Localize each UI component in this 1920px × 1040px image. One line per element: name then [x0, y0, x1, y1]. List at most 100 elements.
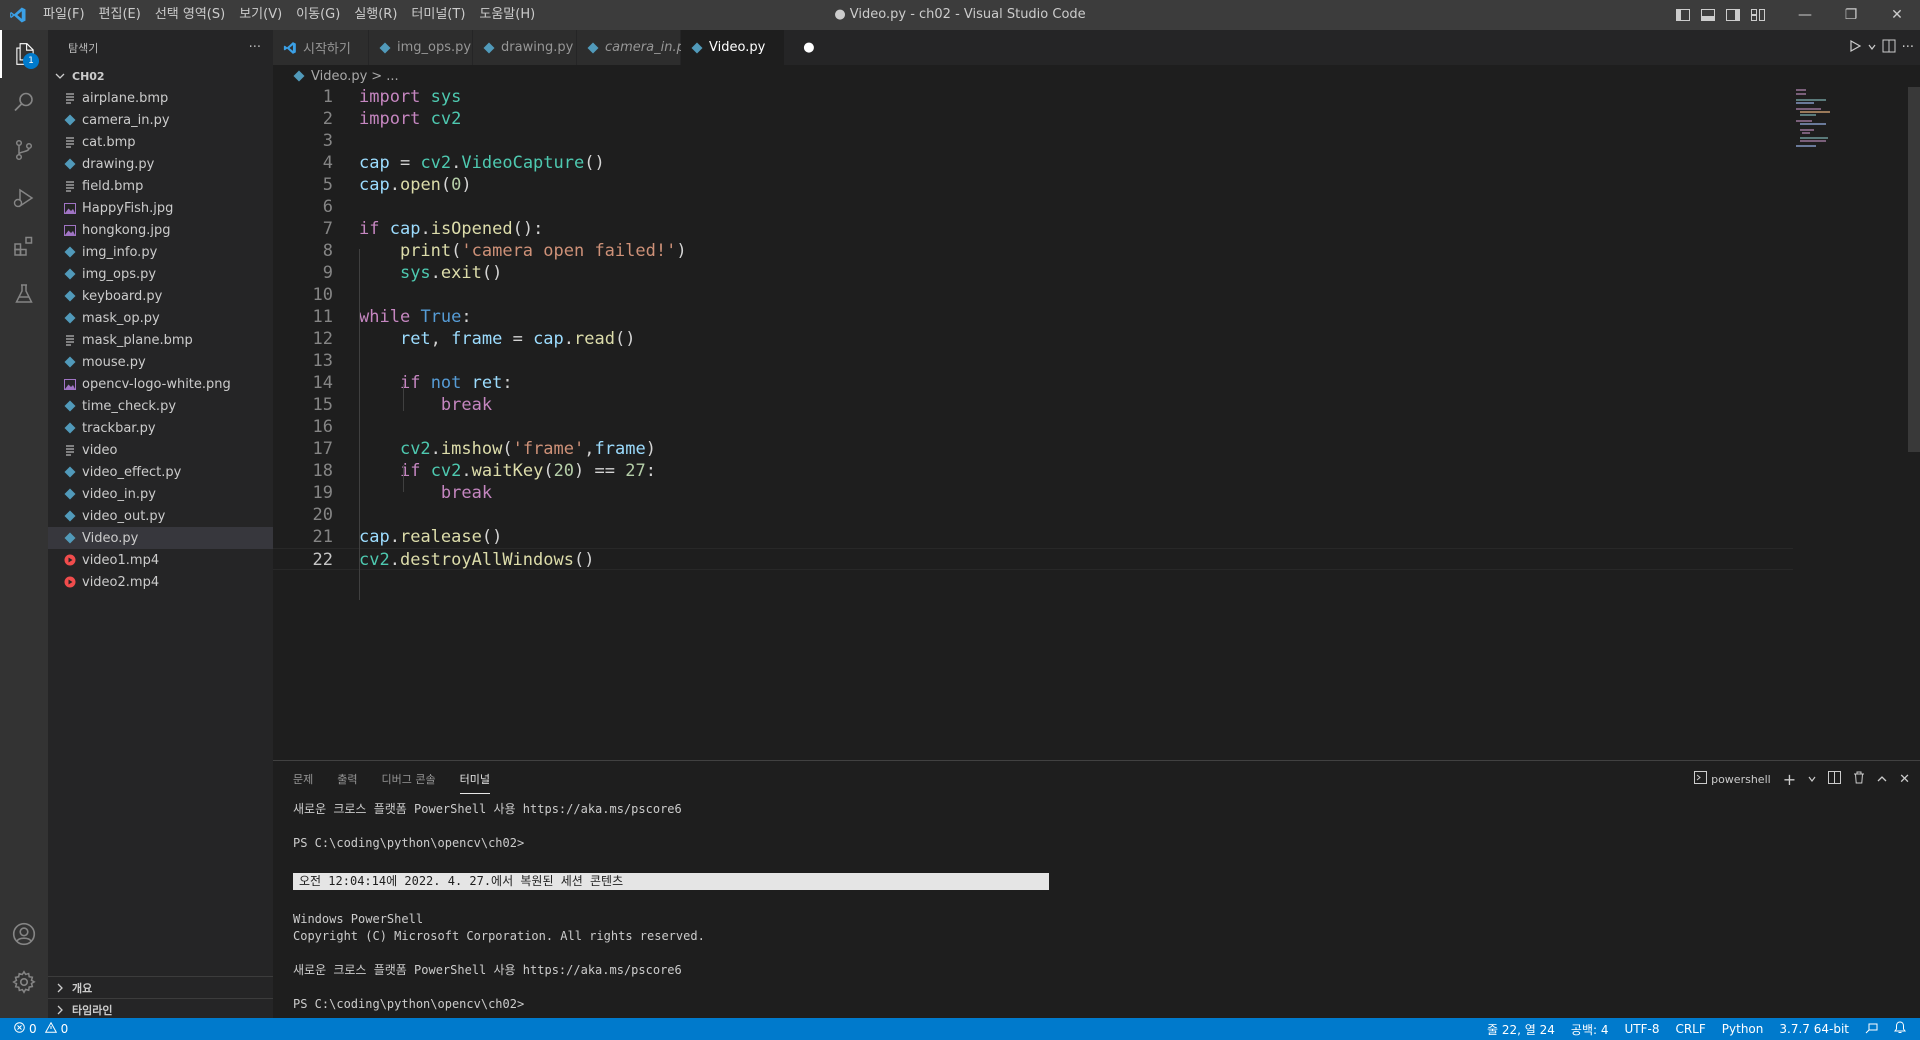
search-icon[interactable] [0, 78, 48, 126]
customize-layout-icon[interactable] [1745, 0, 1770, 30]
notifications-bell-icon[interactable] [1894, 1021, 1906, 1037]
code-token: . [451, 153, 462, 173]
feedback-icon[interactable] [1865, 1021, 1878, 1037]
file-item[interactable]: img_info.py [48, 241, 273, 263]
outline-section[interactable]: 개요 [48, 976, 273, 998]
file-item[interactable]: HappyFish.jpg [48, 197, 273, 219]
close-panel-icon[interactable]: ✕ [1899, 772, 1910, 787]
code-token: = [502, 329, 534, 349]
breadcrumb-symbols[interactable]: ... [386, 69, 398, 84]
menu-item[interactable]: 이동(G) [289, 0, 347, 30]
source-control-icon[interactable] [0, 126, 48, 174]
files-icon[interactable]: 1 [0, 30, 48, 78]
file-item[interactable]: drawing.py [48, 153, 273, 175]
editor-tab[interactable]: img_ops.py [369, 30, 473, 65]
vscode-logo-icon[interactable] [0, 0, 36, 30]
file-item[interactable]: keyboard.py [48, 285, 273, 307]
file-item[interactable]: Video.py [48, 527, 273, 549]
file-item[interactable]: video [48, 439, 273, 461]
file-item[interactable]: trackbar.py [48, 417, 273, 439]
code-token: () [481, 263, 503, 283]
terminal-dropdown-chevron-icon[interactable] [1808, 773, 1816, 786]
toggle-secondary-sidebar-icon[interactable] [1720, 0, 1745, 30]
chevron-up-icon[interactable] [1877, 773, 1887, 786]
editor-tab[interactable]: 시작하기 [273, 30, 369, 65]
split-editor-icon[interactable] [1882, 39, 1896, 57]
panel-tab[interactable]: 터미널 [459, 765, 490, 794]
run-python-file-icon[interactable] [1848, 39, 1862, 57]
menu-item[interactable]: 도움말(H) [472, 0, 542, 30]
file-item[interactable]: mask_op.py [48, 307, 273, 329]
terminal-shell-selector[interactable]: powershell [1694, 771, 1771, 787]
panel-tab[interactable]: 문제 [293, 765, 313, 793]
unsaved-dot-icon[interactable]: ● [803, 40, 814, 55]
language-mode[interactable]: Python [1722, 1022, 1764, 1036]
session-restored-banner: 오전 12:04:14에 2022. 4. 27.에서 복원된 세션 콘텐츠 [293, 873, 1049, 890]
end-of-line[interactable]: CRLF [1675, 1022, 1705, 1036]
file-item[interactable]: camera_in.py [48, 109, 273, 131]
more-actions-icon[interactable]: ··· [249, 40, 261, 55]
split-terminal-icon[interactable] [1828, 771, 1842, 787]
file-item[interactable]: video_effect.py [48, 461, 273, 483]
indentation[interactable]: 공백: 4 [1571, 1021, 1609, 1038]
extensions-icon[interactable] [0, 222, 48, 270]
file-name: keyboard.py [82, 288, 163, 304]
scrollbar-thumb[interactable] [1908, 87, 1920, 452]
editor-tab[interactable]: Video.py ● [681, 30, 815, 65]
file-item[interactable]: video1.mp4 [48, 549, 273, 571]
outline-label: 개요 [72, 981, 93, 995]
menu-item[interactable]: 선택 영역(S) [148, 0, 232, 30]
panel-tab[interactable]: 출력 [337, 765, 357, 793]
menu-item[interactable]: 보기(V) [232, 0, 289, 30]
file-item[interactable]: cat.bmp [48, 131, 273, 153]
file-item[interactable]: opencv-logo-white.png [48, 373, 273, 395]
toggle-sidebar-icon[interactable] [1670, 0, 1695, 30]
file-item[interactable]: hongkong.jpg [48, 219, 273, 241]
python-interpreter[interactable]: 3.7.7 64-bit [1779, 1022, 1849, 1036]
run-dropdown-chevron-icon[interactable] [1868, 40, 1876, 55]
testing-icon[interactable] [0, 270, 48, 318]
editor-tab[interactable]: camera_in.py [577, 30, 693, 65]
file-item[interactable]: time_check.py [48, 395, 273, 417]
editor-tab[interactable]: drawing.py [473, 30, 577, 65]
problems-status[interactable]: 0 0 [0, 1021, 68, 1036]
file-item[interactable]: video2.mp4 [48, 571, 273, 593]
file-item[interactable]: mask_plane.bmp [48, 329, 273, 351]
terminal-output[interactable]: 새로운 크로스 플랫폼 PowerShell 사용 https://aka.ms… [293, 801, 1049, 1013]
cursor-position[interactable]: 줄 22, 열 24 [1487, 1021, 1555, 1038]
file-item[interactable]: field.bmp [48, 175, 273, 197]
minimize-button[interactable]: — [1782, 0, 1828, 30]
new-terminal-icon[interactable]: + [1783, 770, 1796, 789]
file-item[interactable]: img_ops.py [48, 263, 273, 285]
text-file-icon [62, 134, 78, 150]
account-icon[interactable] [0, 910, 48, 958]
menu-item[interactable]: 실행(R) [347, 0, 404, 30]
run-debug-icon[interactable] [0, 174, 48, 222]
code-editor[interactable]: 1 import sys 2 import cv2 3 4 cap = cv2.VideoC… [273, 87, 1920, 760]
code-line: 14 if not ret: [273, 372, 1793, 394]
code-token: 20 [553, 461, 575, 481]
close-button[interactable]: ✕ [1874, 0, 1920, 30]
menu-item[interactable]: 파일(F) [36, 0, 92, 30]
encoding[interactable]: UTF-8 [1624, 1022, 1659, 1036]
settings-gear-icon[interactable] [0, 958, 48, 1006]
more-actions-icon[interactable]: ··· [1902, 40, 1914, 55]
menu-item[interactable]: 편집(E) [92, 0, 148, 30]
breadcrumb-file[interactable]: Video.py [311, 69, 367, 84]
code-token: ( [451, 241, 462, 261]
maximize-button[interactable]: ❐ [1828, 0, 1874, 30]
panel-tab[interactable]: 디버그 콘솔 [382, 765, 436, 793]
timeline-section[interactable]: 타임라인 [48, 998, 273, 1020]
folder-ch02[interactable]: CH02 [48, 65, 273, 87]
editor-scrollbar[interactable] [1906, 87, 1920, 760]
file-item[interactable]: mouse.py [48, 351, 273, 373]
file-item[interactable]: video_in.py [48, 483, 273, 505]
menu-item[interactable]: 터미널(T) [404, 0, 472, 30]
file-item[interactable]: video_out.py [48, 505, 273, 527]
trash-icon[interactable] [1853, 771, 1865, 787]
file-item[interactable]: airplane.bmp [48, 87, 273, 109]
code-token: not [430, 373, 462, 393]
toggle-panel-icon[interactable] [1695, 0, 1720, 30]
minimap[interactable] [1796, 87, 1906, 147]
